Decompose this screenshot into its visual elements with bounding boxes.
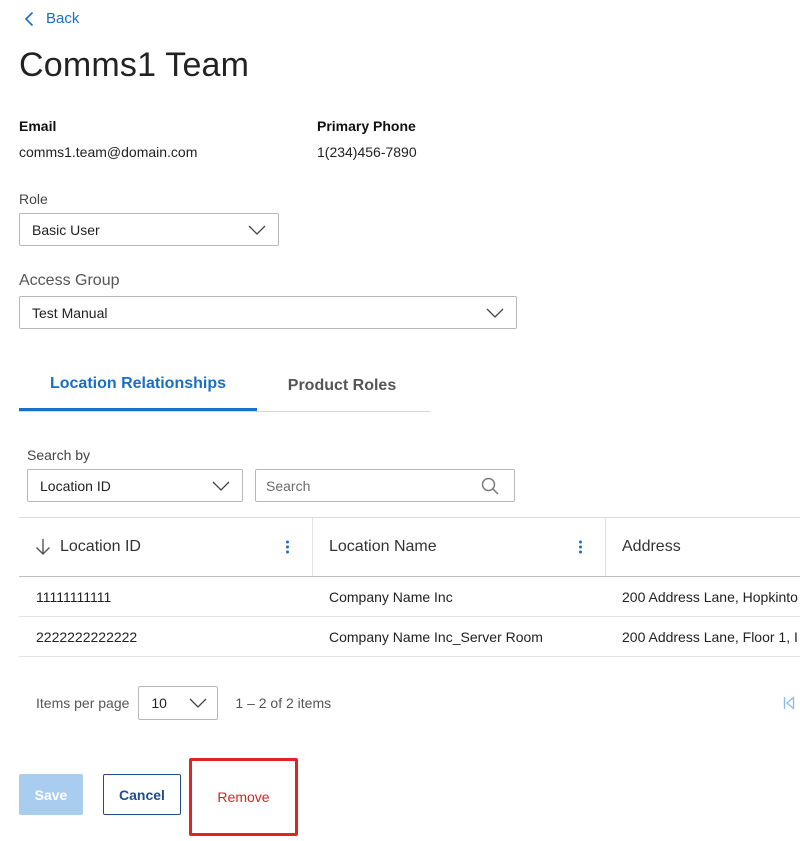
role-select-value: Basic User xyxy=(32,221,100,238)
items-per-page-label: Items per page xyxy=(36,695,130,711)
search-by-select-value: Location ID xyxy=(40,477,111,494)
back-link[interactable]: Back xyxy=(24,10,79,27)
email-value: comms1.team@domain.com xyxy=(19,144,198,160)
access-group-label: Access Group xyxy=(19,272,120,289)
chevron-down-icon xyxy=(248,222,266,238)
table-header: Location ID Location Name Address xyxy=(19,517,800,577)
save-button[interactable]: Save xyxy=(19,774,83,815)
page-size-value: 10 xyxy=(151,695,167,711)
column-menu-icon[interactable] xyxy=(286,540,290,554)
search-by-select[interactable]: Location ID xyxy=(27,469,243,502)
remove-button[interactable]: Remove xyxy=(189,758,298,836)
tab-product-roles[interactable]: Product Roles xyxy=(257,360,427,411)
chevron-down-icon xyxy=(212,478,230,494)
pagination: Items per page 10 1 – 2 of 2 items xyxy=(36,686,331,720)
arrow-down-sort-icon[interactable] xyxy=(35,538,51,556)
location-table: Location ID Location Name Address 111111… xyxy=(19,517,800,657)
role-label: Role xyxy=(19,191,48,207)
chevron-left-icon xyxy=(24,11,34,27)
cell-address: 200 Address Lane, Hopkinto xyxy=(622,588,798,605)
first-page-icon[interactable] xyxy=(783,696,795,715)
tab-bar: Location Relationships Product Roles xyxy=(19,360,430,412)
search-input[interactable] xyxy=(256,470,466,501)
column-menu-icon[interactable] xyxy=(579,540,583,554)
page-size-select[interactable]: 10 xyxy=(138,686,219,720)
access-group-select[interactable]: Test Manual xyxy=(19,296,517,329)
page-title: Comms1 Team xyxy=(19,46,250,84)
column-header-location-name[interactable]: Location Name xyxy=(313,518,606,576)
tab-location-relationships[interactable]: Location Relationships xyxy=(19,360,257,411)
table-row[interactable]: 11111111111 Company Name Inc 200 Address… xyxy=(19,577,800,617)
access-group-select-value: Test Manual xyxy=(32,304,108,321)
column-header-address[interactable]: Address xyxy=(606,518,800,576)
cell-location-name: Company Name Inc_Server Room xyxy=(329,628,543,645)
cell-location-id: 2222222222222 xyxy=(36,628,138,645)
pagination-range: 1 – 2 of 2 items xyxy=(235,695,332,711)
search-box xyxy=(255,469,515,502)
primary-phone-value: 1(234)456-7890 xyxy=(317,144,417,160)
column-header-location-id[interactable]: Location ID xyxy=(19,518,313,576)
column-label: Location ID xyxy=(60,538,141,555)
email-label: Email xyxy=(19,118,57,134)
search-icon[interactable] xyxy=(481,477,499,500)
cell-location-name: Company Name Inc xyxy=(329,588,453,605)
column-label: Address xyxy=(622,538,681,555)
role-select[interactable]: Basic User xyxy=(19,213,279,246)
cell-address: 200 Address Lane, Floor 1, I xyxy=(622,628,798,645)
search-by-label: Search by xyxy=(27,447,91,463)
cancel-button[interactable]: Cancel xyxy=(103,774,181,815)
back-label: Back xyxy=(46,10,80,27)
column-label: Location Name xyxy=(329,538,437,555)
chevron-down-icon xyxy=(486,305,504,321)
cell-location-id: 11111111111 xyxy=(36,588,112,605)
table-row[interactable]: 2222222222222 Company Name Inc_Server Ro… xyxy=(19,617,800,657)
primary-phone-label: Primary Phone xyxy=(317,118,416,134)
chevron-down-icon xyxy=(189,695,207,711)
